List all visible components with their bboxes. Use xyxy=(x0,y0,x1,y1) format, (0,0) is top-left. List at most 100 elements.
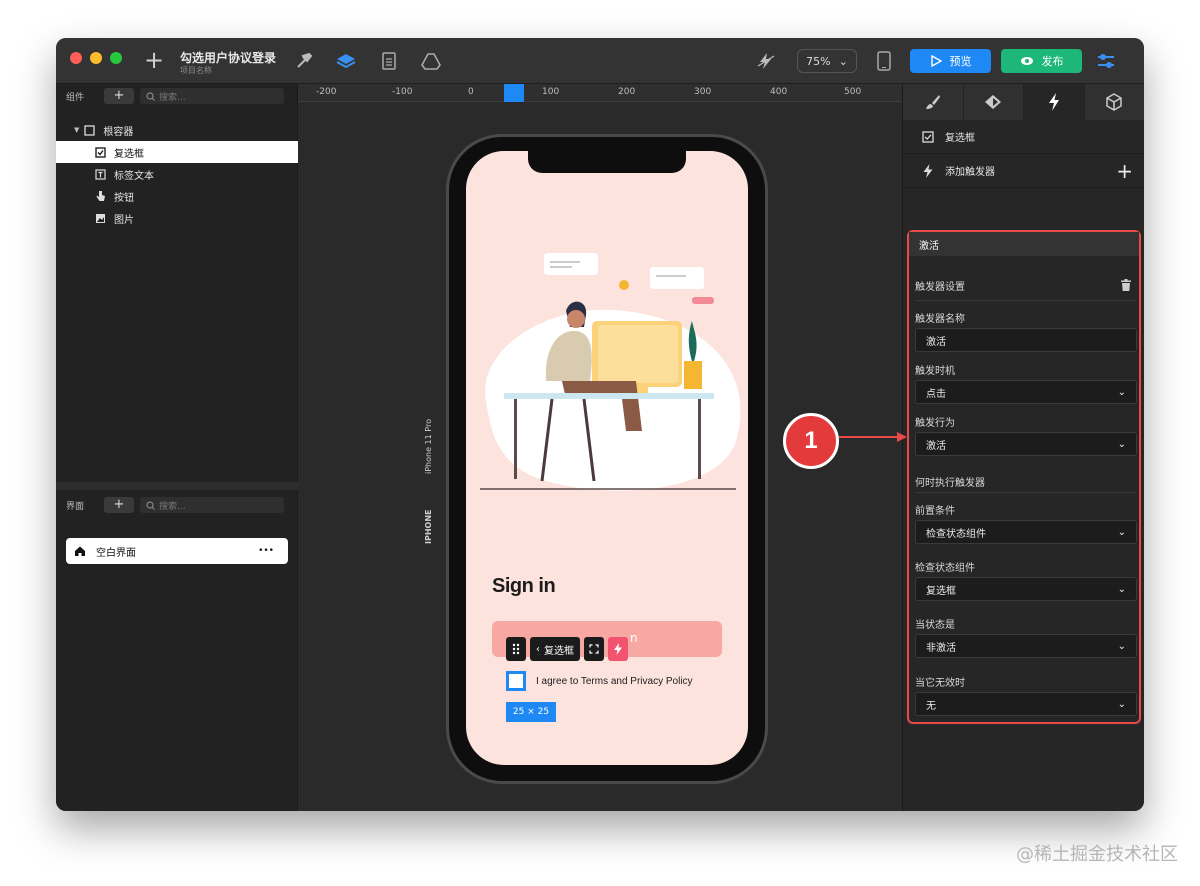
tree-item-label: 根容器 xyxy=(103,126,134,138)
pages-header: 界面 + 搜索... xyxy=(56,494,298,516)
search-placeholder: 搜索... xyxy=(159,501,186,512)
ruler-label: 400 xyxy=(770,87,788,97)
chevron-down-icon: ⌄ xyxy=(1117,386,1126,398)
add-trigger-row[interactable]: 添加触发器 + xyxy=(903,154,1144,188)
chevron-down-icon: ⌄ xyxy=(1117,583,1126,595)
agree-checkbox[interactable] xyxy=(506,671,526,691)
horizontal-ruler: -200 -100 0 100 200 300 400 500 xyxy=(298,84,902,102)
ruler-selection-marker xyxy=(504,84,524,102)
phone-frame: Sign in n ‹ 复选框 I agree to Terms and Pri… xyxy=(446,134,768,784)
inspector-tabs xyxy=(903,84,1144,120)
sign-in-title: Sign in xyxy=(492,575,556,597)
tree-item-label: 图片 xyxy=(114,214,134,226)
drag-handle-icon[interactable] xyxy=(506,637,526,661)
device-name-label: iPhone 11 Pro xyxy=(424,419,433,474)
trigger-timing-value: 点击 xyxy=(926,388,946,400)
tree-item-label: 复选框 xyxy=(114,148,144,160)
trigger-name-value: 激活 xyxy=(926,336,946,348)
add-component-button[interactable]: + xyxy=(104,88,134,104)
panel-resize-handle[interactable] xyxy=(56,482,298,490)
close-window-button[interactable] xyxy=(70,52,82,64)
check-component-select[interactable]: 复选框 ⌄ xyxy=(915,577,1137,601)
trigger-action-select[interactable]: 激活 ⌄ xyxy=(915,432,1137,456)
tree-item-button[interactable]: 按钮 xyxy=(56,185,298,207)
page-search-input[interactable]: 搜索... xyxy=(140,497,284,513)
app-window: + 勾选用户协议登录 项目名称 75% ⌄ 预览 发布 组件 + 搜索... ▼… xyxy=(56,38,1144,811)
play-icon xyxy=(930,55,942,67)
lightning-off-icon[interactable] xyxy=(756,51,776,71)
watermark: @稀土掘金技术社区 xyxy=(1016,844,1178,865)
tree-item-image[interactable]: 图片 xyxy=(56,207,298,229)
publish-button[interactable]: 发布 xyxy=(1001,49,1082,73)
drive-icon[interactable] xyxy=(421,51,441,71)
eye-icon xyxy=(1020,57,1033,65)
caret-down-icon[interactable]: ▼ xyxy=(74,126,79,134)
pages-label: 界面 xyxy=(66,501,85,512)
zoom-value: 75% xyxy=(806,54,831,68)
select-parent-button[interactable]: ‹ 复选框 xyxy=(530,637,580,661)
add-page-button[interactable]: + xyxy=(104,497,134,513)
add-trigger-button[interactable]: + xyxy=(1116,159,1133,183)
tree-item-text[interactable]: 标签文本 xyxy=(56,163,298,185)
minimize-window-button[interactable] xyxy=(90,52,102,64)
ruler-label: 0 xyxy=(468,87,474,97)
lightning-icon[interactable] xyxy=(608,637,628,661)
publish-label: 发布 xyxy=(1041,55,1064,68)
container-icon xyxy=(83,124,95,136)
tree-item-label: 按钮 xyxy=(114,192,134,204)
trash-icon[interactable] xyxy=(1121,276,1131,295)
precondition-select[interactable]: 检查状态组件 ⌄ xyxy=(915,520,1137,544)
when-invalid-select[interactable]: 无 ⌄ xyxy=(915,692,1137,716)
tree-item-root[interactable]: ▼ 根容器 xyxy=(56,119,298,141)
settings-sliders-icon[interactable] xyxy=(1096,51,1116,71)
size-indicator: 25 × 25 xyxy=(506,702,556,722)
zoom-select[interactable]: 75% ⌄ xyxy=(797,49,857,73)
title-bar: + 勾选用户协议登录 项目名称 75% ⌄ 预览 发布 xyxy=(56,38,1144,84)
tab-3d[interactable] xyxy=(1085,84,1145,120)
chevron-down-icon: ⌄ xyxy=(1117,698,1126,710)
trigger-header-label: 激活 xyxy=(919,240,939,252)
fullscreen-icon[interactable] xyxy=(584,637,604,661)
page-item-label: 空白界面 xyxy=(96,547,136,559)
trigger-name-input[interactable]: 激活 xyxy=(915,328,1137,352)
device-icon[interactable] xyxy=(874,51,894,71)
trigger-timing-label: 触发时机 xyxy=(915,366,955,377)
add-trigger-label: 添加触发器 xyxy=(945,167,995,178)
chevron-down-icon: ⌄ xyxy=(1117,526,1126,538)
home-icon xyxy=(75,546,85,556)
trigger-timing-select[interactable]: 点击 ⌄ xyxy=(915,380,1137,404)
state-select[interactable]: 非激活 ⌄ xyxy=(915,634,1137,658)
tab-components[interactable] xyxy=(964,84,1024,120)
page-item-blank[interactable]: 空白界面 ••• xyxy=(66,538,288,564)
trigger-header[interactable]: 激活 xyxy=(909,232,1139,256)
lightning-icon xyxy=(1048,93,1059,111)
tab-interactions[interactable] xyxy=(1024,84,1085,120)
annotation-badge: 1 xyxy=(783,413,839,469)
precondition-value: 检查状态组件 xyxy=(926,528,986,540)
when-invalid-value: 无 xyxy=(926,700,936,712)
state-value: 非激活 xyxy=(926,642,956,654)
trigger-action-value: 激活 xyxy=(926,440,946,452)
lightning-icon xyxy=(921,163,935,178)
component-search-input[interactable]: 搜索... xyxy=(140,88,284,104)
tree-item-checkbox[interactable]: 复选框 xyxy=(56,141,298,163)
preview-button[interactable]: 预览 xyxy=(910,49,991,73)
phone-notch xyxy=(528,151,686,173)
more-icon[interactable]: ••• xyxy=(258,546,274,556)
zoom-window-button[interactable] xyxy=(110,52,122,64)
hammer-icon[interactable] xyxy=(294,51,314,71)
preview-label: 预览 xyxy=(949,55,972,68)
components-header: 组件 + 搜索... xyxy=(56,85,298,107)
chevron-left-icon: ‹ xyxy=(536,643,540,655)
image-icon xyxy=(94,212,106,224)
components-label: 组件 xyxy=(66,92,85,103)
add-icon[interactable]: + xyxy=(144,48,164,72)
agree-label: I agree to Terms and Privacy Policy xyxy=(536,676,693,687)
text-icon xyxy=(94,168,106,180)
layers-icon[interactable] xyxy=(336,51,356,71)
document-icon[interactable] xyxy=(379,51,399,71)
project-title: 勾选用户协议登录 xyxy=(180,51,277,65)
trigger-settings-label: 触发器设置 xyxy=(915,282,965,293)
tab-style[interactable] xyxy=(903,84,964,120)
search-icon xyxy=(146,91,155,101)
